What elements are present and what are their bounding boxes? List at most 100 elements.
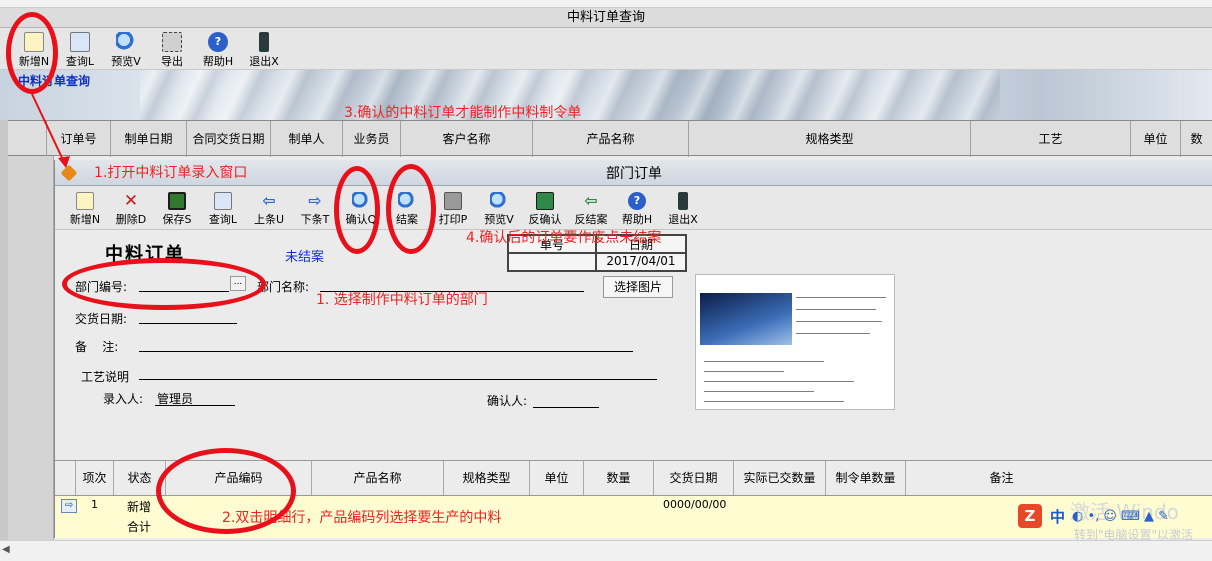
delete-button[interactable]: ✕ 删除D — [109, 190, 153, 228]
select-picture-button[interactable]: 选择图片 — [603, 276, 673, 298]
exit-button[interactable]: 退出X — [661, 190, 705, 228]
unclose-icon: ⇦ — [584, 191, 598, 210]
ime-language[interactable]: 中 — [1050, 506, 1065, 527]
outer-help-label: 帮助H — [202, 55, 234, 68]
new-doc-icon — [76, 192, 94, 210]
print-button[interactable]: 打印P — [431, 190, 475, 228]
detail-col-mo-qty[interactable]: 制令单数量 — [825, 461, 905, 495]
arrow-right-icon: ⇨ — [308, 191, 322, 210]
new-button[interactable]: 新增N — [63, 190, 107, 228]
detail-row-date[interactable]: 0000/00/00 — [663, 498, 726, 511]
detail-col-unit[interactable]: 单位 — [529, 461, 583, 495]
help-icon: ? — [628, 192, 646, 210]
order-no-value[interactable] — [508, 253, 596, 271]
col-unit[interactable]: 单位 — [1130, 121, 1180, 157]
detail-col-qty[interactable]: 数量 — [583, 461, 653, 495]
confirmed-by-label: 确认人: — [487, 394, 528, 408]
ime-tool-icons[interactable]: ◐ •, ☺ ⌨ ▲ ✎ — [1072, 509, 1169, 524]
unconfirm-button[interactable]: 反确认 — [523, 190, 567, 228]
highlight-ring-new — [6, 12, 58, 94]
col-process[interactable]: 工艺 — [970, 121, 1130, 157]
outer-left-panel — [8, 156, 54, 540]
unconfirm-label: 反确认 — [528, 213, 562, 226]
confirmed-by-field — [533, 394, 599, 408]
help-icon: ? — [208, 32, 228, 52]
outer-preview-button[interactable]: 预览V — [104, 30, 148, 68]
detail-col-delivered-qty[interactable]: 实际已交数量 — [733, 461, 825, 495]
col-customer[interactable]: 客户名称 — [400, 121, 532, 157]
detail-col-product-name[interactable]: 产品名称 — [311, 461, 443, 495]
col-product-name[interactable]: 产品名称 — [532, 121, 688, 157]
detail-col-remark[interactable]: 备注 — [905, 461, 1097, 495]
detail-col-delivery-date[interactable]: 交货日期 — [653, 461, 733, 495]
outer-help-button[interactable]: ? 帮助H — [196, 30, 240, 68]
printer-icon — [444, 192, 462, 210]
outer-window-title: 中料订单查询 — [0, 8, 1212, 28]
save-disk-icon — [168, 192, 186, 210]
annotation-step4: 4.确认后的订单要作废点未结案 — [466, 230, 662, 246]
process-label: 工艺说明 — [81, 370, 130, 384]
detail-row-seq[interactable]: 1 — [91, 498, 98, 511]
entered-by-value: 管理员 — [157, 392, 194, 406]
remark-field[interactable] — [139, 338, 633, 352]
col-create-date[interactable]: 制单日期 — [110, 121, 186, 157]
magnifier-icon — [116, 32, 136, 52]
remark-label: 备 注: — [75, 340, 119, 354]
outer-toolbar: 新增N 查询L 预览V 导出 ? 帮助H 退出X — [0, 28, 1212, 70]
prev-record-button[interactable]: ⇦ 上条U — [247, 190, 291, 228]
query-button[interactable]: 查询L — [201, 190, 245, 228]
row-pointer-icon: ⇨ — [61, 499, 77, 513]
ime-toolbar[interactable]: Z 中 ◐ •, ☺ ⌨ ▲ ✎ — [1018, 500, 1188, 532]
unconfirm-icon — [536, 192, 554, 210]
entered-by-field: 管理员 — [155, 390, 235, 406]
highlight-ring-product-code — [156, 448, 296, 534]
help-button[interactable]: ? 帮助H — [615, 190, 659, 228]
detail-col-spec[interactable]: 规格类型 — [443, 461, 529, 495]
preview-image — [700, 293, 792, 345]
query-label: 查询L — [208, 213, 238, 226]
col-creator[interactable]: 制单人 — [270, 121, 342, 157]
highlight-ring-dept — [62, 258, 266, 310]
preview-label: 预览V — [484, 213, 514, 226]
outer-preview-label: 预览V — [111, 55, 141, 68]
process-field[interactable] — [139, 366, 657, 380]
outer-exit-label: 退出X — [249, 55, 279, 68]
next-record-button[interactable]: ⇨ 下条T — [293, 190, 337, 228]
detail-col-seq[interactable]: 项次 — [75, 461, 113, 495]
outer-exit-button[interactable]: 退出X — [242, 30, 286, 68]
save-label: 保存S — [162, 213, 192, 226]
annotation-step1-open: 1.打开中料订单录入窗口 — [94, 165, 248, 181]
exit-label: 退出X — [668, 213, 698, 226]
annotation-step3: 3.确认的中料订单才能制作中料制令单 — [344, 105, 582, 121]
col-contract-delivery[interactable]: 合同交货日期 — [186, 121, 270, 157]
col-spec[interactable]: 规格类型 — [688, 121, 970, 157]
save-button[interactable]: 保存S — [155, 190, 199, 228]
top-strip — [0, 0, 1212, 8]
inner-toolbar: 新增N ✕ 删除D 保存S 查询L ⇦ 上条U ⇨ 下条T 确认Q 结案 打印P… — [55, 186, 1212, 230]
status-label: 未结案 — [285, 250, 325, 265]
picture-preview — [695, 274, 895, 410]
date-value[interactable]: 2017/04/01 — [596, 253, 686, 271]
print-label: 打印P — [438, 213, 468, 226]
col-order-no[interactable]: 订单号 — [46, 121, 110, 157]
preview-button[interactable]: 预览V — [477, 190, 521, 228]
query-doc-icon — [214, 192, 232, 210]
entered-by-label: 录入人: — [103, 392, 144, 406]
export-icon — [162, 32, 182, 52]
new-label: 新增N — [69, 213, 101, 226]
query-doc-icon — [70, 32, 90, 52]
horizontal-scrollbar[interactable]: ◀ — [0, 540, 1212, 561]
help-label: 帮助H — [621, 213, 653, 226]
detail-row-status[interactable]: 新增 — [127, 498, 151, 515]
col-qty[interactable]: 数 — [1180, 121, 1212, 157]
scroll-left-icon[interactable]: ◀ — [2, 544, 10, 555]
delivery-date-label: 交货日期: — [75, 312, 128, 326]
outer-query-button[interactable]: 查询L — [58, 30, 102, 68]
outer-export-button[interactable]: 导出 — [150, 30, 194, 68]
annotation-step1-dept: 1. 选择制作中料订单的部门 — [316, 292, 488, 308]
unclose-case-button[interactable]: ⇦ 反结案 — [569, 190, 613, 228]
preview-magnifier-icon — [490, 192, 508, 210]
delete-label: 删除D — [115, 213, 147, 226]
col-salesman[interactable]: 业务员 — [342, 121, 400, 157]
delivery-date-field[interactable] — [139, 310, 237, 324]
